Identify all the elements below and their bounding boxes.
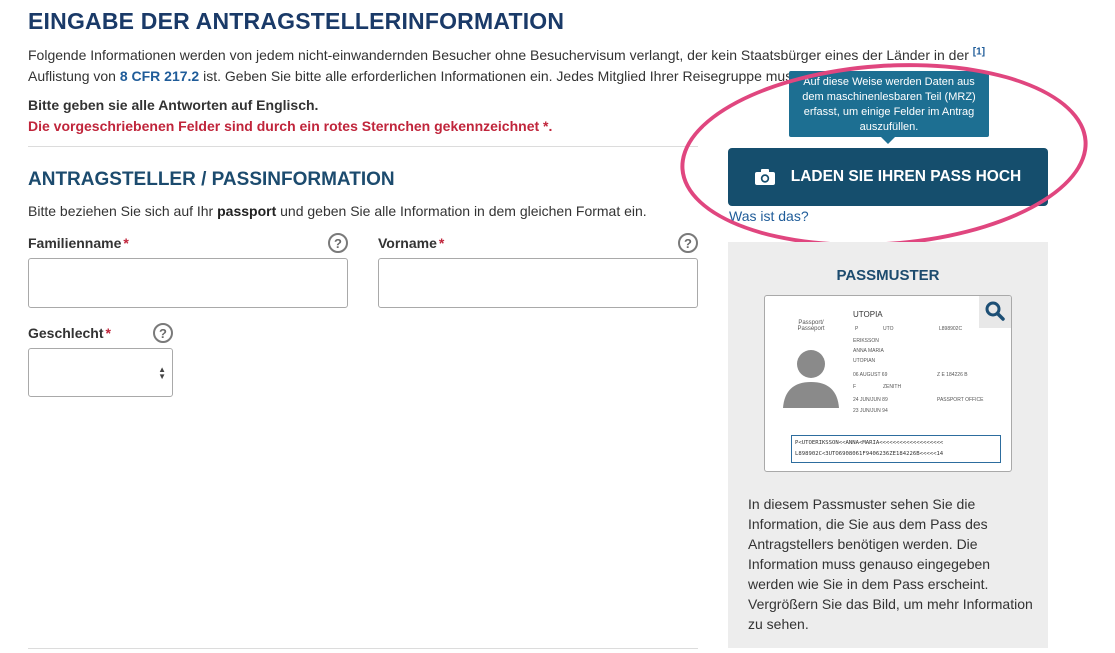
english-note: Bitte geben sie alle Antworten auf Engli… [28,97,319,113]
page-title: EINGABE DER ANTRAGSTELLERINFORMATION [28,8,565,34]
firstname-help-icon[interactable]: ? [678,233,698,253]
surname-label: Familienname * [28,235,129,251]
passport-sample-image[interactable]: UTOPIA Passport/ Passeport P UTO L898902… [764,295,1012,472]
section-desc-a: Bitte beziehen Sie sich auf Ihr [28,203,214,219]
section-desc-bold: passport [217,203,277,219]
passport-country: UTOPIA [853,310,883,319]
surname-label-text: Familienname [28,235,122,251]
sample-title: PASSMUSTER [836,267,940,284]
passport-sample-panel: PASSMUSTER UTOPIA Passport/ Passeport P … [728,242,1048,648]
gender-label: Geschlecht * [28,325,111,341]
section-description: Bitte beziehen Sie sich auf Ihr passport… [28,203,647,219]
intro-line-2b: ist. Geben Sie bitte alle erforderlichen… [203,68,800,84]
firstname-label: Vorname * [378,235,444,251]
firstname-input[interactable] [378,258,698,308]
passport-expiry-date: 23 JUN/JUN 94 [853,408,888,414]
required-asterisk: * [105,325,111,341]
passport-issue-date: 24 JUN/JUN 89 [853,397,888,403]
gender-label-text: Geschlecht [28,325,104,341]
intro-line-2a: Auflistung von [28,68,116,84]
surname-input[interactable] [28,258,348,308]
magnifier-icon [985,301,1005,321]
gender-select[interactable]: ▲ ▼ [28,348,173,397]
zoom-button[interactable] [979,296,1011,328]
passport-surname: ERIKSSON [853,338,879,344]
passport-given-names: ANNA MARIA [853,348,884,354]
passport-dob: 06 AUGUST 69 [853,372,888,378]
passport-type: P [855,326,859,332]
mrz-zone: P<UTOERIKSSON<<ANNA<MARIA<<<<<<<<<<<<<<<… [791,435,1001,463]
gender-help-icon[interactable]: ? [153,323,173,343]
required-asterisk: * [438,235,445,251]
section-title: ANTRAGSTELLER / PASSINFORMATION [28,169,395,190]
mrz-line-2: L898902C<3UTO6908061F9406236ZE184226B<<<… [795,451,944,457]
select-arrows-icon: ▲ ▼ [158,365,166,381]
passport-nationality: UTOPIAN [853,358,876,364]
cfr-link[interactable]: 8 CFR 217.2 [120,68,199,84]
passport-word: Passport/ Passeport [797,320,825,332]
person-silhouette-icon [783,350,839,408]
passport-code: UTO [883,326,894,332]
passport-number: L898902C [939,326,963,332]
required-note: Die vorgeschriebenen Felder sind durch e… [28,118,553,134]
intro-line-1: Folgende Informationen werden von jedem … [28,47,969,63]
firstname-label-text: Vorname [378,235,437,251]
passport-authority: PASSPORT OFFICE [937,397,984,403]
divider [28,146,698,147]
passport-sex: F [853,384,857,390]
divider [28,648,698,649]
required-asterisk: * [123,235,129,251]
section-desc-b: und geben Sie alle Information in dem gl… [280,203,647,219]
sample-description: In diesem Passmuster sehen Sie die Infor… [748,496,1033,632]
mrz-line-1: P<UTOERIKSSON<<ANNA<MARIA<<<<<<<<<<<<<<<… [795,440,944,446]
surname-help-icon[interactable]: ? [328,233,348,253]
passport-personal-no: Z E 184226 B [937,372,968,378]
passport-place-of-birth: ZENITH [883,384,902,390]
footnote-link[interactable]: [1] [973,46,985,57]
